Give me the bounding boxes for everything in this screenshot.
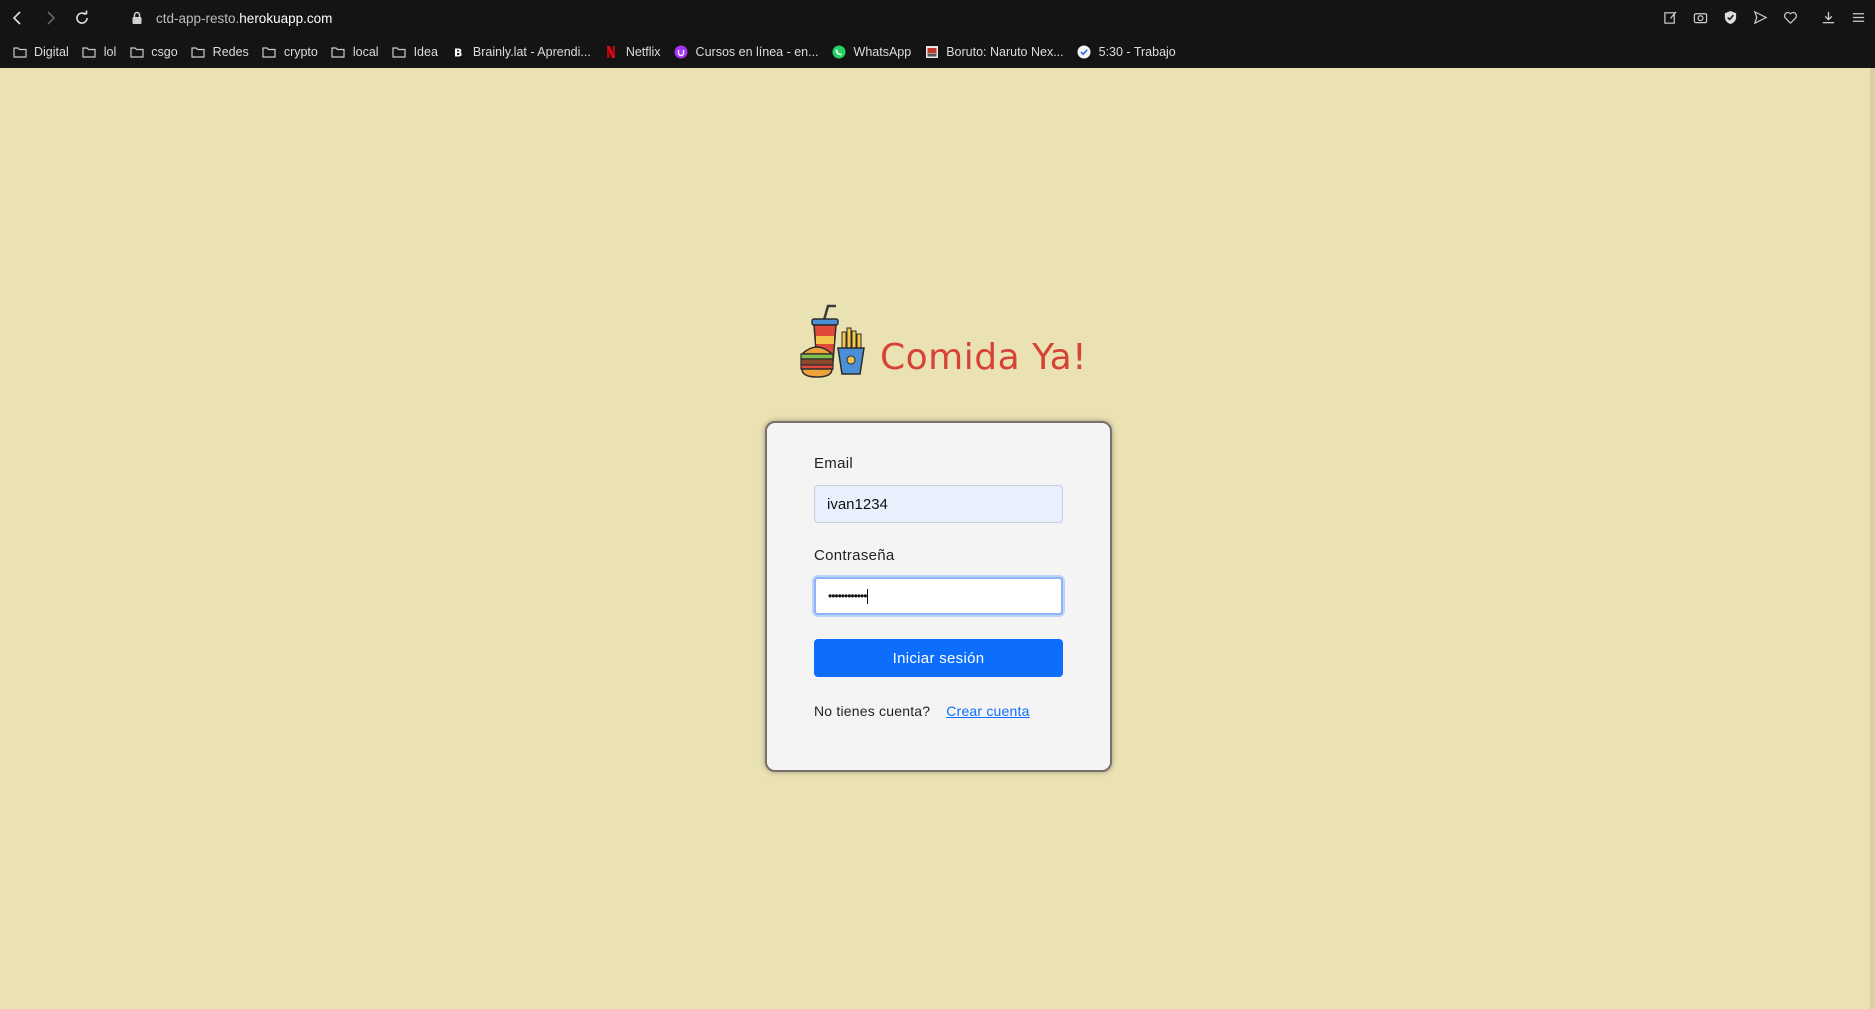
send-icon <box>1753 10 1767 24</box>
bookmark-idea[interactable]: Idea <box>392 45 438 60</box>
bookmark-label: Redes <box>212 45 249 59</box>
bookmark-crypto[interactable]: crypto <box>262 45 318 60</box>
send-button[interactable] <box>1749 6 1771 28</box>
url-host: herokuapp.com <box>239 10 333 26</box>
shield-button[interactable] <box>1719 6 1741 28</box>
folder-icon <box>262 45 277 60</box>
browser-chrome: ctd-app-resto. herokuapp.com Digital lol … <box>0 0 1875 68</box>
forward-arrow-icon <box>47 11 56 25</box>
password-label: Contraseña <box>814 547 895 564</box>
bookmark-label: lol <box>103 45 117 59</box>
app-header: Comida Ya! <box>798 302 1087 382</box>
bookmark-label: 5:30 - Trabajo <box>1098 45 1176 59</box>
favorites-button[interactable] <box>1779 6 1801 28</box>
bookmark-label: Cursos en línea - en... <box>695 45 819 59</box>
camera-icon <box>1693 12 1707 23</box>
menu-icon <box>1852 12 1864 22</box>
snapshot-button[interactable] <box>1689 6 1711 28</box>
bookmark-label: Idea <box>413 45 438 59</box>
bookmarks-bar: Digital lol csgo Redes crypto local Idea… <box>0 36 1875 68</box>
bookmark-csgo[interactable]: csgo <box>129 45 178 60</box>
brainly-icon: B <box>451 45 466 60</box>
text-caret <box>867 588 869 604</box>
bookmark-label: WhatsApp <box>853 45 912 59</box>
check-circle-icon <box>1077 45 1092 60</box>
bookmark-netflix[interactable]: Netflix <box>604 45 661 60</box>
browser-actions <box>1659 6 1869 28</box>
reload-button[interactable] <box>68 4 96 32</box>
bookmark-label: local <box>352 45 379 59</box>
udemy-icon <box>674 45 689 60</box>
reload-icon <box>76 10 88 24</box>
bookmark-digital[interactable]: Digital <box>12 45 69 60</box>
bookmark-label: Brainly.lat - Aprendi... <box>472 45 591 59</box>
browser-toolbar: ctd-app-resto. herokuapp.com <box>0 0 1875 36</box>
whatsapp-icon <box>832 45 847 60</box>
bookmark-label: Boruto: Naruto Nex... <box>946 45 1064 59</box>
bookmark-label: Digital <box>34 45 69 59</box>
shield-icon <box>1724 10 1736 24</box>
bookmark-udemy[interactable]: Cursos en línea - en... <box>674 45 819 60</box>
boruto-icon <box>924 45 939 60</box>
downloads-button[interactable] <box>1817 6 1839 28</box>
url-prefix: ctd-app-resto. <box>156 10 240 26</box>
edit-icon <box>1663 10 1677 24</box>
svg-text:B: B <box>454 47 462 60</box>
bookmark-label: crypto <box>283 45 318 59</box>
folder-icon <box>12 45 27 60</box>
folder-icon <box>331 45 346 60</box>
folder-icon <box>392 45 407 60</box>
folder-icon <box>82 45 97 60</box>
bookmark-label: Netflix <box>625 45 661 59</box>
burger-drink-fries-icon <box>800 304 865 378</box>
bookmark-boruto[interactable]: Boruto: Naruto Nex... <box>924 45 1064 60</box>
no-account-text: No tienes cuenta? <box>814 703 931 719</box>
netflix-icon <box>604 45 619 60</box>
bookmark-redes[interactable]: Redes <box>191 45 249 60</box>
signup-prompt: No tienes cuenta? Crear cuenta <box>814 703 1030 719</box>
forward-button[interactable] <box>36 4 64 32</box>
lock-icon <box>132 11 142 24</box>
back-arrow-icon <box>12 11 21 25</box>
bookmark-whatsapp[interactable]: WhatsApp <box>832 45 912 60</box>
bookmark-brainly[interactable]: B Brainly.lat - Aprendi... <box>451 45 591 60</box>
edit-share-button[interactable] <box>1659 6 1681 28</box>
login-button[interactable]: Iniciar sesión <box>814 639 1063 677</box>
create-account-link[interactable]: Crear cuenta <box>946 703 1029 719</box>
login-card: Email ivan1234 Contraseña •••••••••••• I… <box>765 421 1112 772</box>
bookmark-local[interactable]: local <box>331 45 379 60</box>
password-input[interactable]: •••••••••••• <box>814 577 1063 615</box>
heart-icon <box>1783 11 1797 24</box>
bookmark-label: csgo <box>151 45 178 59</box>
password-value: •••••••••••• <box>828 589 867 603</box>
bookmark-lol[interactable]: lol <box>82 45 117 60</box>
email-label: Email <box>814 455 854 472</box>
back-button[interactable] <box>4 4 32 32</box>
email-input[interactable]: ivan1234 <box>814 485 1063 523</box>
app-title: Comida Ya! <box>880 337 1088 378</box>
bookmark-trabajo[interactable]: 5:30 - Trabajo <box>1077 45 1176 60</box>
address-bar[interactable]: ctd-app-resto. herokuapp.com <box>130 11 332 26</box>
menu-button[interactable] <box>1847 6 1869 28</box>
page-scrollbar[interactable] <box>1870 68 1875 1009</box>
email-value: ivan1234 <box>827 495 888 513</box>
download-icon <box>1822 11 1834 23</box>
folder-icon <box>191 45 206 60</box>
folder-icon <box>129 45 144 60</box>
